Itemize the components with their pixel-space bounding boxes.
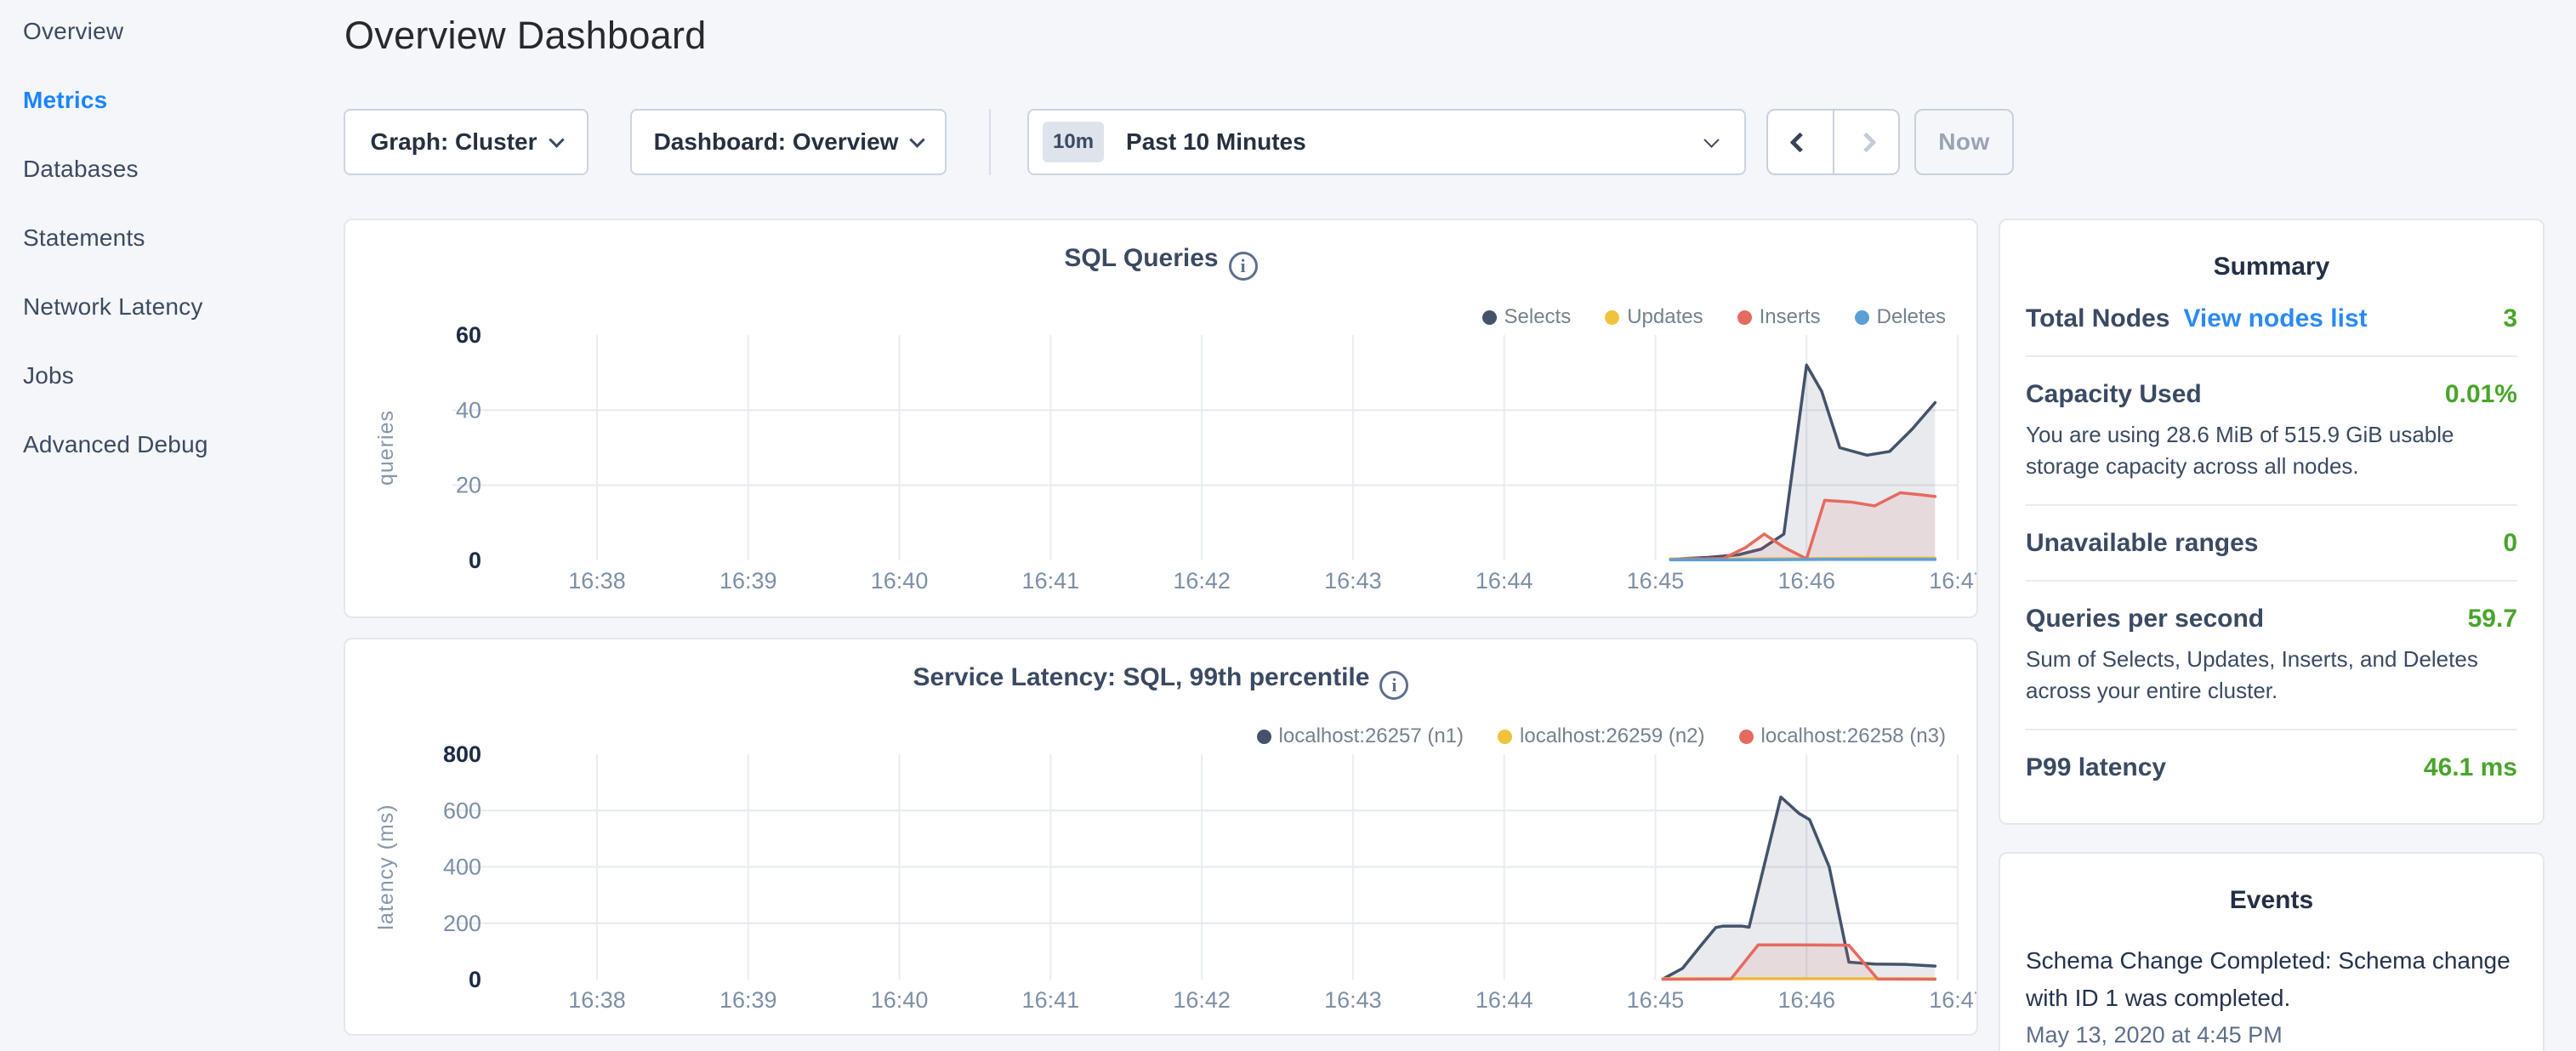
svg-text:16:44: 16:44 [1476,987,1533,1013]
svg-text:16:43: 16:43 [1324,987,1382,1013]
summary-panel: Summary Total Nodes View nodes list 3 Capac… [1999,219,2545,825]
summary-row-line: Unavailable ranges 0 [2026,529,2517,558]
summary-row-value: 3 [2503,304,2517,333]
summary-row-label: Total Nodes [2026,304,2169,333]
view-nodes-list-link[interactable]: View nodes list [2183,304,2367,333]
event-list-item[interactable]: Schema Change Completed: Schema change w… [2026,942,2517,1048]
event-text: Schema Change Completed: Schema change w… [2026,942,2517,1017]
chevron-down-icon [549,132,564,147]
svg-text:40: 40 [456,397,481,423]
sidebar-item-metrics[interactable]: Metrics [23,82,340,118]
service-latency-chart: 16:38 16:39 16:40 16:41 16:42 16:43 16:44 16:45… [345,639,1976,1034]
sidebar-item-jobs[interactable]: Jobs [23,357,340,394]
page-title: Overview Dashboard [344,14,707,58]
svg-text:16:45: 16:45 [1627,568,1685,594]
svg-text:16:46: 16:46 [1777,568,1835,594]
time-range-badge: 10m [1043,122,1104,162]
summary-row-label: Unavailable ranges [2026,529,2258,558]
summary-row-label: Capacity Used [2026,380,2202,409]
time-step-forward-button[interactable] [1834,111,1899,173]
chevron-down-icon [910,132,925,147]
summary-row: Queries per second 59.7 Sum of Selects, Up… [2026,582,2517,730]
summary-row-value: 0 [2503,529,2517,558]
summary-row-line: Queries per second 59.7 [2026,605,2517,633]
svg-text:16:38: 16:38 [568,987,626,1013]
svg-text:60: 60 [456,322,481,348]
sidebar-item-advanced-debug[interactable]: Advanced Debug [23,426,340,463]
svg-text:latency (ms): latency (ms) [374,804,398,929]
chevron-right-icon [1856,132,1876,152]
events-panel: Events Schema Change Completed: Schema c… [1999,852,2545,1051]
svg-text:16:46: 16:46 [1777,987,1835,1013]
summary-row-line: P99 latency 46.1 ms [2026,753,2517,782]
svg-text:queries: queries [374,410,398,486]
summary-row: Capacity Used 0.01% You are using 28.6 MiB… [2026,357,2517,506]
summary-row-label: P99 latency [2026,753,2166,782]
service-latency-chart-card: Service Latency: SQL, 99th percentilei l… [344,638,1978,1036]
sidebar-nav: Overview Metrics Databases Statements Networ… [0,0,340,1051]
summary-row-value: 46.1 ms [2424,753,2517,782]
svg-text:16:39: 16:39 [719,568,777,594]
summary-row-description: You are using 28.6 MiB of 515.9 GiB usab… [2026,419,2517,482]
svg-text:16:40: 16:40 [871,568,929,594]
svg-text:16:38: 16:38 [568,568,626,594]
svg-text:16:39: 16:39 [719,987,777,1013]
svg-text:20: 20 [456,473,481,498]
chevron-down-icon [1703,132,1719,147]
svg-text:200: 200 [443,911,481,936]
sidebar-item-overview[interactable]: Overview [23,13,340,49]
summary-row: P99 latency 46.1 ms [2026,730,2517,804]
svg-text:16:45: 16:45 [1627,987,1685,1013]
events-heading: Events [2026,886,2517,915]
svg-text:16:47: 16:47 [1929,568,1976,594]
svg-text:0: 0 [469,548,481,573]
svg-text:16:42: 16:42 [1173,568,1231,594]
svg-text:16:41: 16:41 [1022,987,1080,1013]
svg-text:0: 0 [469,967,481,992]
sql-queries-chart: 16:38 16:39 16:40 16:41 16:42 16:43 16:44 16:45… [345,220,1976,616]
svg-text:16:42: 16:42 [1173,987,1231,1013]
svg-text:800: 800 [443,741,481,767]
svg-text:16:44: 16:44 [1476,568,1533,594]
chevron-left-icon [1790,132,1811,152]
time-step-back-button[interactable] [1768,111,1834,173]
dashboard-dropdown-label: Dashboard: Overview [654,128,899,156]
summary-row-line: Capacity Used 0.01% [2026,380,2517,409]
now-button[interactable]: Now [1914,109,2014,175]
time-step-buttons [1766,109,1900,175]
summary-row-label: Queries per second [2026,605,2264,633]
graph-dropdown[interactable]: Graph: Cluster [344,109,589,175]
summary-row-line: Total Nodes View nodes list 3 [2026,304,2517,333]
summary-row: Total Nodes View nodes list 3 [2026,281,2517,357]
svg-text:16:47: 16:47 [1929,987,1976,1013]
summary-row-value: 59.7 [2468,605,2517,633]
sql-queries-chart-card: SQL Queriesi SelectsUpdatesInsertsDelete… [344,219,1978,618]
svg-text:16:43: 16:43 [1324,568,1382,594]
dashboard-dropdown[interactable]: Dashboard: Overview [630,109,947,175]
summary-row: Unavailable ranges 0 [2026,506,2517,582]
time-range-label: Past 10 Minutes [1126,128,1306,156]
time-range-select[interactable]: 10m Past 10 Minutes [1027,109,1746,175]
summary-heading: Summary [2026,253,2517,281]
svg-text:600: 600 [443,798,481,823]
toolbar-divider [989,109,991,175]
sidebar-item-network-latency[interactable]: Network Latency [23,288,340,325]
sidebar-item-statements[interactable]: Statements [23,219,340,256]
summary-row-value: 0.01% [2445,380,2517,409]
svg-text:16:40: 16:40 [871,987,929,1013]
graph-dropdown-label: Graph: Cluster [370,128,537,156]
summary-row-description: Sum of Selects, Updates, Inserts, and De… [2026,644,2517,707]
sidebar-item-databases[interactable]: Databases [23,151,340,187]
event-timestamp: May 13, 2020 at 4:45 PM [2026,1022,2517,1048]
svg-text:16:41: 16:41 [1022,568,1080,594]
svg-text:400: 400 [443,855,481,880]
